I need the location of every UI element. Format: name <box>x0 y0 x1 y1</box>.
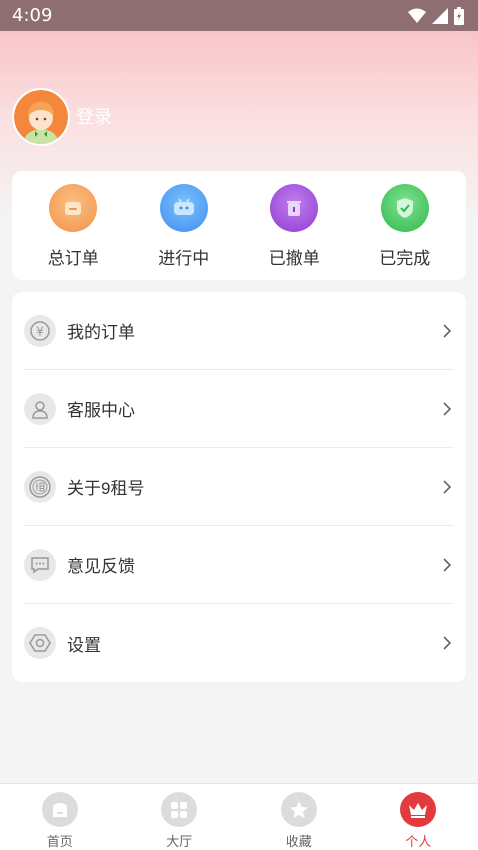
order-label: 进行中 <box>158 249 210 268</box>
order-completed[interactable]: 已完成 <box>355 171 455 280</box>
bottom-tab-bar: 首页 大厅 收藏 个人 <box>0 783 478 850</box>
login-link[interactable]: 登录 <box>76 103 112 129</box>
status-bar: 4:09 <box>0 0 478 31</box>
profile-section[interactable]: 登录 <box>12 88 112 146</box>
menu-item-settings[interactable]: 设置 <box>24 604 454 682</box>
user-icon <box>24 392 56 425</box>
menu-item-support[interactable]: 客服中心 <box>24 370 454 448</box>
star-icon <box>280 792 317 827</box>
home-icon <box>41 792 78 827</box>
shield-check-icon <box>380 184 429 232</box>
yen-icon: ¥ <box>24 314 56 347</box>
tab-hall[interactable]: 大厅 <box>120 784 240 850</box>
menu-label: 意见反馈 <box>67 557 135 576</box>
battery-icon <box>454 6 464 25</box>
chevron-right-icon <box>443 323 452 338</box>
chevron-right-icon <box>443 401 452 416</box>
tab-label: 首页 <box>46 834 73 849</box>
order-total[interactable]: 总订单 <box>23 171 123 280</box>
menu-item-feedback[interactable]: 意见反馈 <box>24 526 454 604</box>
in-progress-icon <box>159 184 208 232</box>
tab-profile[interactable]: 个人 <box>359 784 478 850</box>
zu-badge-icon <box>24 470 56 503</box>
settings-icon <box>24 627 56 659</box>
chevron-right-icon <box>443 636 452 650</box>
menu-label: 设置 <box>67 635 101 655</box>
tab-label: 收藏 <box>285 834 312 849</box>
feedback-icon <box>24 548 56 581</box>
tab-label: 大厅 <box>166 834 193 849</box>
menu-card: ¥ 我的订单 客服中心 关于9租号 意见反馈 设置 <box>12 292 466 682</box>
menu-label: 客服中心 <box>67 401 135 420</box>
grid-icon <box>161 792 198 827</box>
tab-label: 个人 <box>405 834 432 849</box>
crown-icon <box>400 792 437 827</box>
avatar[interactable] <box>12 88 70 146</box>
signal-icon <box>432 7 448 24</box>
orders-card: 总订单 进行中 已撤单 已完成 <box>12 171 466 280</box>
chevron-right-icon <box>443 557 452 572</box>
menu-item-about[interactable]: 关于9租号 <box>24 448 454 526</box>
tab-home[interactable]: 首页 <box>0 784 120 850</box>
order-label: 已撤单 <box>268 249 320 268</box>
trash-icon <box>270 184 319 232</box>
menu-label: 关于9租号 <box>67 479 145 498</box>
order-label: 总订单 <box>47 249 99 268</box>
status-time: 4:09 <box>12 5 53 26</box>
wifi-icon <box>408 8 426 23</box>
order-in-progress[interactable]: 进行中 <box>134 171 234 280</box>
menu-item-my-orders[interactable]: ¥ 我的订单 <box>24 292 454 370</box>
status-icons <box>408 6 464 25</box>
tab-favorites[interactable]: 收藏 <box>239 784 359 850</box>
svg-text:¥: ¥ <box>36 324 44 338</box>
order-label: 已完成 <box>379 249 431 268</box>
order-cancelled[interactable]: 已撤单 <box>244 171 344 280</box>
list-icon <box>49 184 98 232</box>
chevron-right-icon <box>443 479 452 494</box>
menu-label: 我的订单 <box>67 323 135 342</box>
